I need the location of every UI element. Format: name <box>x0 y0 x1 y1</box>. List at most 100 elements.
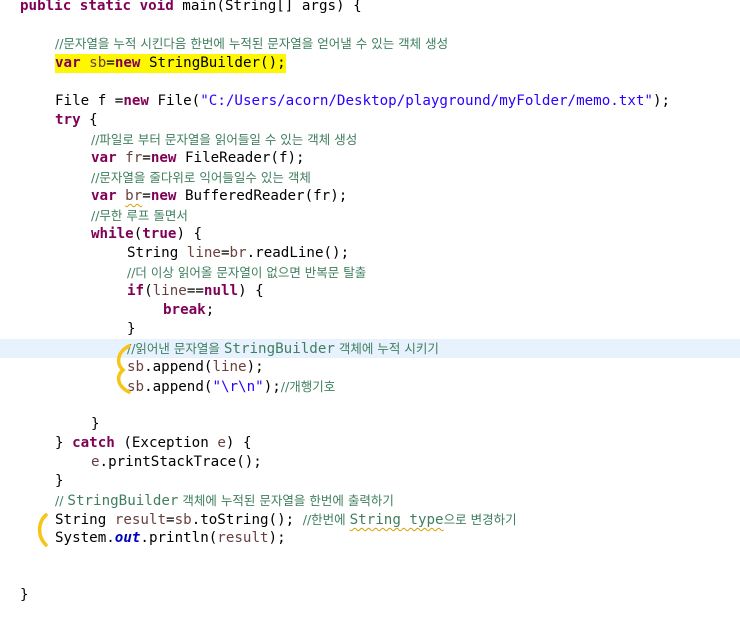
code-line: //문자열을 줄다위로 익어들일수 있는 객체 <box>0 168 740 187</box>
code-line: //파일로 부터 문자열을 읽어들일 수 있는 객체 생성 <box>0 130 740 149</box>
keyword: null <box>203 283 239 299</box>
code-text: .println( <box>140 530 218 546</box>
keyword: catch <box>72 435 124 451</box>
keyword: var <box>91 150 126 166</box>
operator: == <box>186 283 204 299</box>
code-line: // StringBuilder 객체에 누적된 문자열을 한번에 출력하기 <box>0 491 740 510</box>
code-line: } <box>0 320 740 339</box>
code-text: ); <box>263 379 281 395</box>
variable: fr <box>125 150 143 166</box>
code-line: //더 이상 읽어올 문자열이 없으면 반복문 탈출 <box>0 263 740 282</box>
comment: //더 이상 읽어올 문자열이 없으면 반복문 탈출 <box>127 265 367 280</box>
code-text: ); <box>652 93 671 109</box>
code-text: } <box>55 435 73 451</box>
code-line: } catch (Exception e) { <box>0 434 740 453</box>
variable: br <box>125 188 143 204</box>
code-text: ) { <box>238 283 264 299</box>
code-line: File f =new File("C:/Users/acorn/Desktop… <box>0 92 740 111</box>
code-text: String <box>127 245 187 261</box>
code-text: ); <box>268 530 286 546</box>
code-text: FileReader(f); <box>184 150 305 166</box>
string-literal: "C:/Users/acorn/Desktop/playground/myFol… <box>200 93 653 109</box>
code-text: String <box>55 512 115 528</box>
keyword: break <box>163 302 206 318</box>
code-line: //문자열을 누적 시킨다음 한번에 누적된 문자열을 얻어낼 수 있는 객체 … <box>0 34 740 53</box>
operator: = <box>166 512 175 528</box>
code-line: while(true) { <box>0 225 740 244</box>
code-text: .append( <box>144 379 213 395</box>
code-line: //무한 루프 돌면서 <box>0 206 740 225</box>
comment: StringBuilder <box>223 341 335 357</box>
keyword: true <box>142 226 177 242</box>
operator: = <box>142 188 151 204</box>
code-text: ( <box>133 226 143 242</box>
keyword: try <box>55 112 90 128</box>
code-text: StringBuilder(); <box>148 55 286 71</box>
comment: 객체에 누적된 문자열을 한번에 출력하기 <box>178 493 394 508</box>
code-text: } <box>127 321 136 337</box>
comment: //문자열을 줄다위로 익어들일수 있는 객체 <box>91 170 311 185</box>
code-text: .append( <box>144 359 213 375</box>
code-text: ); <box>246 359 264 375</box>
string-literal: "\r\n" <box>212 379 264 395</box>
code-line: if(line==null) { <box>0 282 740 301</box>
comment: // <box>55 493 68 508</box>
variable: result <box>217 530 269 546</box>
keyword: if <box>127 283 145 299</box>
keyword: var <box>55 55 90 71</box>
code-text: } <box>55 473 64 489</box>
keyword: var <box>91 188 126 204</box>
variable: sb <box>174 512 192 528</box>
code-text: BufferedReader(fr); <box>184 188 348 204</box>
code-text: { <box>89 112 98 128</box>
code-line: } <box>0 472 740 491</box>
operator: = <box>142 150 151 166</box>
code-line: } <box>0 415 740 434</box>
method-signature: main(String[] args) { <box>182 0 362 14</box>
comment: 객체에 누적 시키기 <box>334 341 439 356</box>
keyword: new <box>150 150 185 166</box>
comment: //문자열을 누적 시킨다음 한번에 누적된 문자열을 얻어낼 수 있는 객체 … <box>55 36 449 51</box>
code-line: break; <box>0 301 740 320</box>
variable: result <box>114 512 167 528</box>
code-line: String result=sb.toString(); //한번에 Strin… <box>0 510 740 529</box>
code-text: .printStackTrace(); <box>99 454 262 470</box>
code-text: } <box>91 416 100 432</box>
code-line: String line=br.readLine(); <box>0 244 740 263</box>
comment: //한번에 <box>302 512 350 527</box>
code-text: System. <box>55 530 115 546</box>
code-line: var fr=new FileReader(f); <box>0 149 740 168</box>
code-line: try { <box>0 111 740 130</box>
code-text: } <box>20 587 29 603</box>
code-text: .toString(); <box>191 512 303 528</box>
variable: sb <box>89 55 107 71</box>
bracket-mark-annotation <box>37 513 48 547</box>
variable: e <box>91 454 100 470</box>
comment: //개행기호 <box>280 379 336 394</box>
code-line: System.out.println(result); <box>0 529 740 548</box>
code-text: ) { <box>225 435 252 451</box>
code-text: File( <box>157 93 201 109</box>
comment: //읽어낸 문자열을 <box>127 341 224 356</box>
comment: String type <box>349 512 444 528</box>
variable: line <box>212 359 247 375</box>
code-line: public static void main(String[] args) { <box>0 0 740 16</box>
comment: 으로 변경하기 <box>443 512 517 527</box>
code-text: ; <box>205 302 215 318</box>
code-text: (Exception <box>123 435 218 451</box>
comment: //무한 루프 돌면서 <box>91 208 188 223</box>
comment: //파일로 부터 문자열을 읽어들일 수 있는 객체 생성 <box>91 132 358 147</box>
code-editor[interactable]: public static void main(String[] args) {… <box>0 0 740 606</box>
keyword: public static void <box>20 0 183 14</box>
operator: = <box>106 55 115 71</box>
keyword: new <box>123 93 158 109</box>
code-line: } <box>0 586 740 605</box>
static-field: out <box>114 530 141 546</box>
code-text: File f = <box>55 93 124 109</box>
keyword: while <box>91 226 134 242</box>
code-text: ( <box>144 283 153 299</box>
code-text: ) { <box>176 226 203 242</box>
comment: StringBuilder <box>67 493 179 509</box>
keyword: new <box>150 188 185 204</box>
variable: line <box>186 245 221 261</box>
